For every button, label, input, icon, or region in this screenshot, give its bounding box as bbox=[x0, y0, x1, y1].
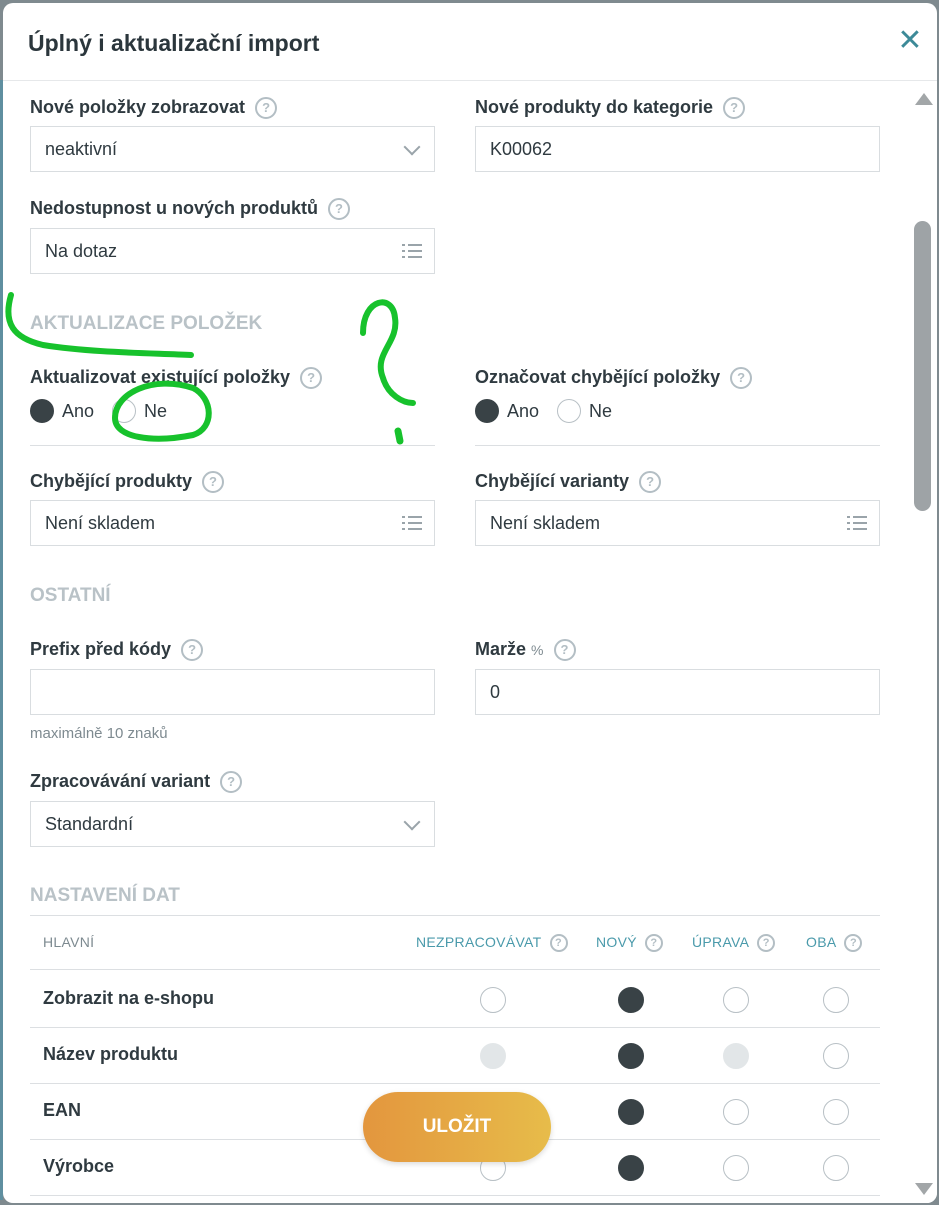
import-settings-modal: Úplný i aktualizační import ✕ Nové polož… bbox=[3, 3, 937, 1203]
question-mark-stroke bbox=[360, 299, 416, 406]
underline-stroke bbox=[5, 292, 194, 358]
hand-drawn-annotation bbox=[5, 292, 416, 445]
circle-stroke bbox=[111, 380, 212, 442]
question-mark-dot bbox=[394, 427, 404, 445]
